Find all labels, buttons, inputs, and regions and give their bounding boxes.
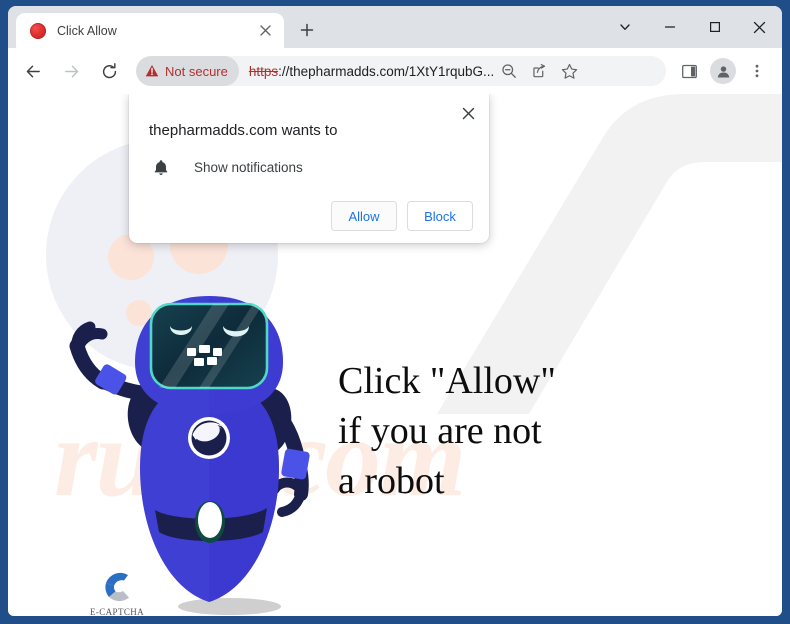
tab-close-icon[interactable] [256, 22, 274, 40]
dialog-permission-row: Show notifications [149, 155, 473, 179]
reload-button[interactable] [93, 55, 125, 87]
profile-avatar-icon[interactable] [710, 58, 736, 84]
dialog-title: thepharmadds.com wants to [149, 122, 338, 139]
tab-strip: Click Allow [8, 6, 782, 48]
minimize-icon[interactable] [647, 6, 692, 48]
side-panel-icon[interactable] [674, 56, 704, 86]
page-headline: Click "Allow" if you are not a robot [338, 360, 556, 503]
robot-body [140, 382, 279, 602]
url-display[interactable]: https://thepharmadds.com/1XtY1rqubG... [239, 64, 494, 79]
tab-favicon-icon [30, 22, 46, 39]
robot-chest-emblem [188, 417, 230, 459]
robot-shadow [178, 598, 281, 615]
bell-icon [149, 155, 173, 179]
captcha-logo: E-CAPTCHA [78, 566, 156, 616]
block-button[interactable]: Block [407, 201, 473, 231]
robot-body-shade [209, 382, 279, 602]
new-tab-button[interactable] [293, 16, 321, 44]
warning-triangle-icon [145, 64, 159, 78]
tab-title: Click Allow [57, 23, 117, 38]
three-dot-menu-icon[interactable] [742, 56, 772, 86]
allow-button[interactable]: Allow [331, 201, 397, 231]
robot-belt-buckle [198, 502, 222, 538]
robot-right-arm [257, 394, 310, 517]
dialog-close-icon[interactable] [457, 102, 479, 124]
browser-tab[interactable]: Click Allow [16, 13, 284, 48]
chevron-down-icon[interactable] [602, 6, 647, 48]
search-zoom-icon[interactable] [494, 56, 524, 86]
browser-toolbar: Not secure https://thepharmadds.com/1XtY… [8, 48, 782, 94]
url-scheme: https [248, 63, 279, 79]
omnibox-actions [494, 56, 588, 86]
address-bar[interactable]: Not secure https://thepharmadds.com/1XtY… [136, 56, 666, 86]
captcha-label: E-CAPTCHA [89, 607, 145, 616]
notification-permission-dialog: thepharmadds.com wants to Show notificat… [129, 94, 489, 243]
browser-window-frame: Click Allow Not secure https://thepharma… [0, 0, 790, 624]
page-viewport: rus4.com E-CAPTCHA Click "Allow" if you … [8, 94, 782, 616]
window-controls [602, 6, 782, 48]
close-icon[interactable] [737, 6, 782, 48]
browser-window: Click Allow Not secure https://thepharma… [8, 6, 782, 616]
robot-belt [155, 508, 267, 541]
dialog-button-row: Allow Block [149, 201, 473, 231]
maximize-icon[interactable] [692, 6, 737, 48]
captcha-c-icon [105, 572, 129, 602]
back-button[interactable] [17, 55, 49, 87]
url-rest: ://thepharmadds.com/1XtY1rqubG... [278, 63, 495, 79]
share-icon[interactable] [524, 56, 554, 86]
robot-belt-buckle-ring [195, 501, 225, 543]
robot-left-shoulder [127, 384, 177, 452]
star-icon[interactable] [554, 56, 584, 86]
dialog-permission-label: Show notifications [194, 159, 303, 175]
not-secure-label: Not secure [165, 63, 228, 79]
forward-button[interactable] [55, 55, 87, 87]
not-secure-badge[interactable]: Not secure [136, 56, 239, 86]
robot-right-shoulder [242, 388, 292, 456]
